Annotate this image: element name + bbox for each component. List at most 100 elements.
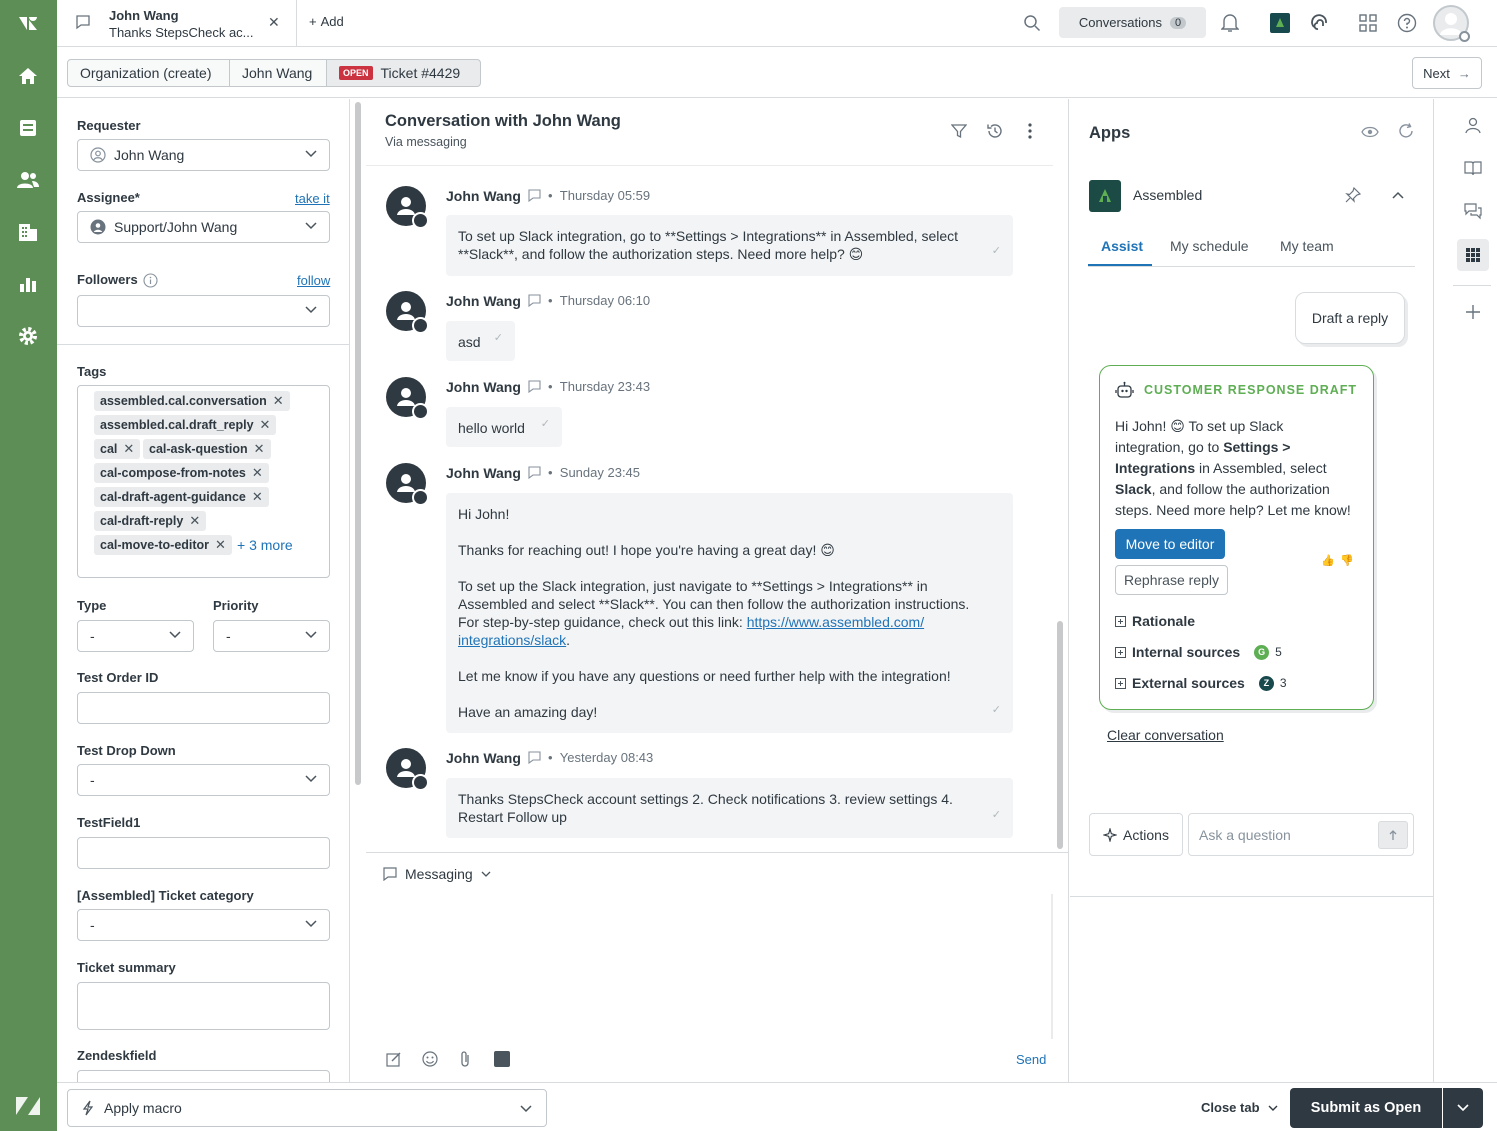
tab-my-team[interactable]: My team bbox=[1280, 238, 1334, 254]
zendesk-product-icon[interactable] bbox=[14, 1092, 42, 1120]
zendeskfield-input[interactable] bbox=[77, 1070, 330, 1082]
chevron-down-icon bbox=[305, 631, 317, 639]
submit-question-button[interactable] bbox=[1378, 821, 1408, 849]
type-select[interactable]: - bbox=[77, 620, 194, 652]
tag-chip[interactable]: cal-draft-agent-guidance ✕ bbox=[94, 487, 269, 507]
close-tab-icon[interactable]: ✕ bbox=[268, 14, 280, 31]
rephrase-reply-button[interactable]: Rephrase reply bbox=[1115, 565, 1228, 595]
chevron-up-icon[interactable] bbox=[1392, 191, 1404, 199]
tab-assist[interactable]: Assist bbox=[1101, 238, 1143, 254]
submit-button[interactable]: Submit as Open bbox=[1290, 1088, 1442, 1128]
reporting-icon[interactable] bbox=[14, 270, 42, 298]
reply-editor[interactable] bbox=[366, 894, 1051, 1039]
thumbs-down-icon[interactable]: 👎 bbox=[1340, 554, 1354, 567]
info-icon[interactable] bbox=[143, 273, 158, 288]
refresh-icon[interactable] bbox=[1398, 123, 1414, 139]
properties-scrollbar[interactable] bbox=[355, 102, 361, 785]
ticket-tab[interactable]: John Wang Thanks StepsCheck ac... ✕ bbox=[57, 0, 297, 47]
emoji-icon[interactable] bbox=[422, 1051, 438, 1067]
more-options-icon[interactable] bbox=[1028, 123, 1032, 139]
tab-my-schedule[interactable]: My schedule bbox=[1170, 238, 1249, 254]
apply-macro-select[interactable]: Apply macro bbox=[67, 1089, 547, 1127]
home-icon[interactable] bbox=[14, 62, 42, 90]
tag-chip[interactable]: cal ✕ bbox=[94, 439, 141, 459]
message-bubble: asd ✓ bbox=[446, 321, 515, 361]
conversations-button[interactable]: Conversations 0 bbox=[1059, 7, 1206, 38]
organizations-icon[interactable] bbox=[14, 218, 42, 246]
help-icon[interactable] bbox=[1397, 13, 1417, 33]
testfield1-input[interactable] bbox=[77, 837, 330, 869]
remove-tag-icon[interactable]: ✕ bbox=[123, 441, 134, 457]
pin-icon[interactable] bbox=[1345, 187, 1361, 203]
editor-scrollbar bbox=[1051, 894, 1053, 1039]
search-icon[interactable] bbox=[1023, 14, 1041, 32]
apps-grid-icon[interactable] bbox=[1457, 239, 1489, 271]
knowledge-icon[interactable] bbox=[1464, 160, 1482, 176]
tag-chip[interactable]: cal-move-to-editor ✕ bbox=[94, 535, 232, 555]
test-order-id-input[interactable] bbox=[77, 692, 330, 724]
views-icon[interactable] bbox=[14, 114, 42, 142]
add-app-icon[interactable] bbox=[1465, 304, 1481, 320]
add-tab-button[interactable]: + Add bbox=[309, 14, 344, 29]
assembled-app-icon[interactable] bbox=[1270, 13, 1290, 33]
external-sources-toggle[interactable]: External sources Z 3 bbox=[1115, 675, 1287, 691]
assignee-field[interactable]: Support/John Wang bbox=[77, 211, 330, 243]
tag-chip[interactable]: assembled.cal.conversation ✕ bbox=[94, 391, 290, 411]
breadcrumb-organization[interactable]: Organization (create) bbox=[67, 59, 230, 87]
remove-tag-icon[interactable]: ✕ bbox=[215, 537, 226, 553]
assembled-compose-icon[interactable] bbox=[494, 1051, 510, 1067]
product-grid-icon[interactable] bbox=[1359, 14, 1377, 32]
take-it-link[interactable]: take it bbox=[295, 191, 330, 206]
draft-reply-button[interactable]: Draft a reply bbox=[1295, 292, 1405, 344]
fingerprint-icon[interactable] bbox=[1310, 13, 1330, 33]
ask-question-input[interactable]: Ask a question bbox=[1188, 813, 1414, 856]
admin-gear-icon[interactable] bbox=[14, 322, 42, 350]
notifications-bell-icon[interactable] bbox=[1221, 13, 1239, 33]
thumbs-up-icon[interactable]: 👍 bbox=[1321, 554, 1335, 567]
remove-tag-icon[interactable]: ✕ bbox=[252, 489, 263, 505]
channel-selector[interactable]: Messaging bbox=[383, 866, 491, 882]
rationale-toggle[interactable]: Rationale bbox=[1115, 613, 1195, 629]
tag-chip[interactable]: cal-draft-reply ✕ bbox=[94, 511, 207, 531]
breadcrumb-user[interactable]: John Wang bbox=[229, 59, 327, 87]
more-tags-link[interactable]: + 3 more bbox=[237, 537, 293, 553]
customer-context-icon[interactable] bbox=[1464, 116, 1482, 134]
breadcrumb-ticket[interactable]: OPEN Ticket #4429 bbox=[326, 59, 481, 87]
next-button[interactable]: Next → bbox=[1412, 57, 1482, 89]
follow-link[interactable]: follow bbox=[297, 273, 330, 288]
compose-icon[interactable] bbox=[386, 1051, 402, 1067]
clear-conversation-link[interactable]: Clear conversation bbox=[1107, 727, 1224, 743]
filter-icon[interactable] bbox=[951, 123, 967, 139]
tags-field[interactable]: assembled.cal.conversation ✕ assembled.ca… bbox=[77, 385, 330, 578]
remove-tag-icon[interactable]: ✕ bbox=[254, 441, 265, 457]
followers-field[interactable] bbox=[77, 295, 330, 327]
priority-select[interactable]: - bbox=[213, 620, 330, 652]
actions-button[interactable]: Actions bbox=[1089, 813, 1183, 856]
move-to-editor-button[interactable]: Move to editor bbox=[1115, 529, 1225, 559]
send-button[interactable]: Send bbox=[1016, 1052, 1046, 1067]
assembled-link[interactable]: https://www.assembled.com/ bbox=[747, 614, 924, 630]
test-drop-down-select[interactable]: - bbox=[77, 764, 330, 796]
history-icon[interactable] bbox=[986, 122, 1004, 140]
customers-icon[interactable] bbox=[14, 166, 42, 194]
zendesk-logo-icon[interactable] bbox=[14, 9, 42, 37]
requester-field[interactable]: John Wang bbox=[77, 139, 330, 171]
ticket-category-select[interactable]: - bbox=[77, 909, 330, 941]
remove-tag-icon[interactable]: ✕ bbox=[273, 393, 284, 409]
tag-chip[interactable]: cal-compose-from-notes ✕ bbox=[94, 463, 269, 483]
ticket-summary-input[interactable] bbox=[77, 982, 330, 1030]
submit-options-button[interactable] bbox=[1443, 1088, 1483, 1128]
conversation-scrollbar[interactable] bbox=[1057, 621, 1063, 849]
assembled-link-continued[interactable]: integrations/slack bbox=[458, 632, 566, 648]
tag-chip[interactable]: cal-ask-question ✕ bbox=[143, 439, 271, 459]
side-conversations-icon[interactable] bbox=[1464, 202, 1482, 220]
tag-chip[interactable]: assembled.cal.draft_reply ✕ bbox=[94, 415, 277, 435]
internal-sources-toggle[interactable]: Internal sources G 5 bbox=[1115, 644, 1282, 660]
attachment-icon[interactable] bbox=[459, 1050, 471, 1068]
close-tab-button[interactable]: Close tab bbox=[1201, 1100, 1278, 1115]
remove-tag-icon[interactable]: ✕ bbox=[252, 465, 263, 481]
remove-tag-icon[interactable]: ✕ bbox=[189, 513, 200, 529]
user-avatar[interactable] bbox=[1433, 5, 1470, 42]
eye-icon[interactable] bbox=[1361, 126, 1379, 138]
remove-tag-icon[interactable]: ✕ bbox=[260, 417, 271, 433]
